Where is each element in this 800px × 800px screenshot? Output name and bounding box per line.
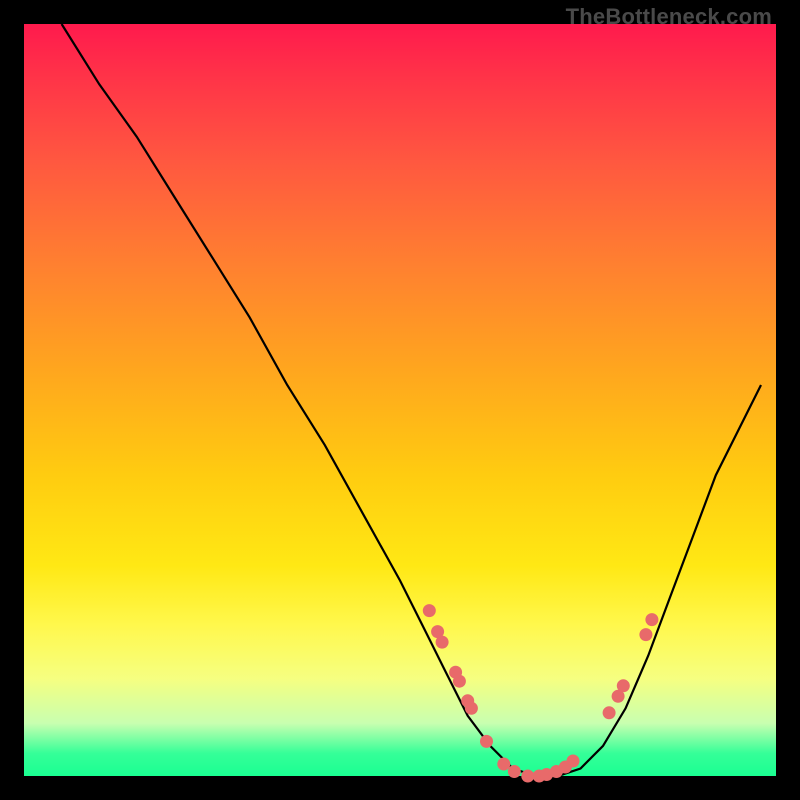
curve-marker (423, 604, 436, 617)
curve-marker (465, 702, 478, 715)
curve-marker (436, 636, 449, 649)
curve-marker (617, 679, 630, 692)
curve-marker (567, 755, 580, 768)
curve-marker (639, 628, 652, 641)
bottleneck-curve (62, 24, 761, 776)
watermark-text: TheBottleneck.com (566, 4, 772, 30)
chart-frame (24, 24, 776, 776)
curve-marker (603, 706, 616, 719)
curve-marker (480, 735, 493, 748)
curve-markers (423, 604, 659, 782)
curve-marker (645, 613, 658, 626)
chart-svg (24, 24, 776, 776)
curve-marker (508, 765, 521, 778)
curve-marker (497, 758, 510, 771)
curve-marker (521, 770, 534, 783)
curve-marker (453, 675, 466, 688)
